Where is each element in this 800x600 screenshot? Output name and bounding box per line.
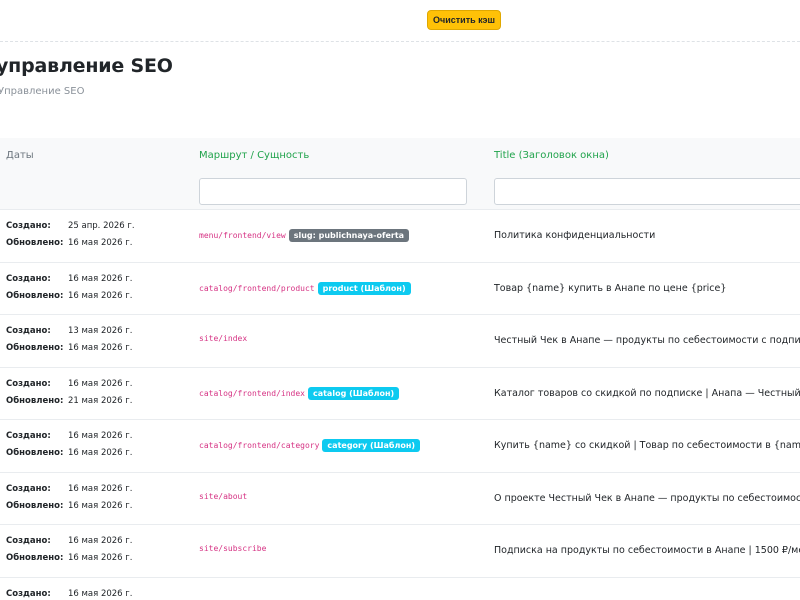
created-label: Создано: [6, 221, 51, 231]
route-cell: catalog/frontend/category category (Шабло… [199, 439, 421, 452]
table-row[interactable]: Создано: 16 мая 2026 г. Обновлено: 16 мая 2… [0, 420, 800, 473]
entity-badge: catalog (Шаблон) [307, 386, 400, 400]
created-date: 13 мая 2026 г. [68, 326, 133, 336]
table-header: Даты Маршрут / Сущность Title (Заголовок… [0, 138, 800, 210]
top-toolbar: Очистить кэш [0, 0, 800, 42]
entity-badge: product (Шаблон) [317, 281, 411, 295]
updated-date: 16 мая 2026 г. [68, 448, 133, 458]
title-cell: Честный Чек в Анапе — продукты по себест… [494, 335, 800, 346]
route-path: catalog/frontend/product [199, 283, 315, 293]
updated-label: Обновлено: [6, 448, 64, 458]
created-label: Создано: [6, 273, 51, 284]
route-cell: site/about [199, 492, 247, 501]
column-header-route[interactable]: Маршрут / Сущность [199, 150, 309, 161]
clear-cache-button[interactable]: Очистить кэш [427, 10, 501, 30]
updated-label: Обновлено: [6, 238, 64, 248]
title-cell: Политика конфиденциальности [494, 230, 656, 241]
updated-label: Обновлено: [6, 500, 64, 511]
updated-label: Обновлено: [6, 395, 64, 406]
breadcrumb-current: Управление SEO [0, 86, 85, 97]
route-path: menu/frontend/view [199, 231, 286, 240]
title-filter-input[interactable] [494, 178, 800, 205]
title-cell: О проекте Честный Чек в Анапе — продукты… [494, 492, 800, 504]
table-row[interactable]: Создано: 16 мая 2026 г. Обновлено: 16 мая 2… [0, 473, 800, 525]
updated-date: 16 мая 2026 г. [68, 343, 133, 353]
route-cell: site/subscribe [199, 544, 266, 553]
created-date: 25 апр. 2026 г. [68, 221, 135, 231]
page-title: управление SEO [0, 55, 173, 77]
title-cell: Товар {name} купить в Анапе по цене {pri… [494, 282, 727, 294]
table-row[interactable]: Создано: 16 мая 2026 г. Обновлено: 16 мая 2… [0, 525, 800, 578]
created-label: Создано: [6, 378, 51, 389]
title-cell: Подписка на продукты по себестоимости в … [494, 545, 800, 556]
created-label: Создано: [6, 431, 51, 441]
table-row[interactable]: Создано: 13 мая 2026 г. Обновлено: 16 мая 2… [0, 315, 800, 368]
updated-label: Обновлено: [6, 553, 64, 563]
entity-badge: category (Шаблон) [322, 439, 421, 452]
route-cell: site/index [199, 334, 247, 343]
route-cell: catalog/frontend/index catalog (Шаблон) [199, 386, 400, 400]
route-filter-input[interactable] [199, 178, 467, 205]
table-body: Создано: 25 апр. 2026 г. Обновлено: 16 мая … [0, 210, 800, 600]
updated-date: 16 мая 2026 г. [68, 500, 133, 511]
entity-badge: slug: publichnaya-oferta [288, 229, 410, 242]
updated-date: 16 мая 2026 г. [68, 553, 133, 563]
title-cell: Каталог товаров со скидкой по подписке |… [494, 387, 800, 399]
created-date: 16 мая 2026 г. [68, 588, 133, 599]
column-header-dates[interactable]: Даты [6, 150, 34, 161]
route-path: site/subscribe [199, 544, 267, 553]
breadcrumb: Управление SEO [0, 86, 84, 97]
updated-label: Обновлено: [6, 290, 64, 301]
route-path: catalog/frontend/category [199, 441, 320, 450]
route-path: catalog/frontend/index [199, 388, 305, 398]
created-date: 16 мая 2026 г. [68, 378, 133, 389]
created-label: Создано: [6, 588, 51, 599]
created-label: Создано: [6, 483, 51, 494]
updated-date: 21 мая 2026 г. [68, 395, 133, 406]
route-cell: menu/frontend/view slug: publichnaya-ofer… [199, 229, 410, 242]
created-date: 16 мая 2026 г. [68, 536, 133, 546]
created-date: 16 мая 2026 г. [68, 431, 133, 441]
created-label: Создано: [6, 326, 51, 336]
seo-table: Даты Маршрут / Сущность Title (Заголовок… [0, 138, 800, 600]
updated-label: Обновлено: [6, 343, 64, 353]
route-path: site/about [199, 491, 248, 501]
table-row[interactable]: Создано: 25 апр. 2026 г. Обновлено: 16 мая … [0, 210, 800, 263]
title-cell: Купить {name} со скидкой | Товар по себе… [494, 440, 800, 451]
created-label: Создано: [6, 536, 51, 546]
created-date: 16 мая 2026 г. [68, 273, 133, 284]
updated-date: 16 мая 2026 г. [68, 238, 133, 248]
table-row[interactable]: Создано: 16 мая 2026 г. Обновлено: 21 мая 2… [0, 368, 800, 420]
updated-date: 16 мая 2026 г. [68, 290, 133, 301]
table-row[interactable]: Создано: 16 мая 2026 г. [0, 578, 800, 600]
route-cell: catalog/frontend/product product (Шаблон) [199, 281, 411, 295]
created-date: 16 мая 2026 г. [68, 483, 133, 494]
table-row[interactable]: Создано: 16 мая 2026 г. Обновлено: 16 мая 2… [0, 263, 800, 315]
column-header-title[interactable]: Title (Заголовок окна) [494, 150, 609, 161]
route-path: site/index [199, 334, 248, 343]
